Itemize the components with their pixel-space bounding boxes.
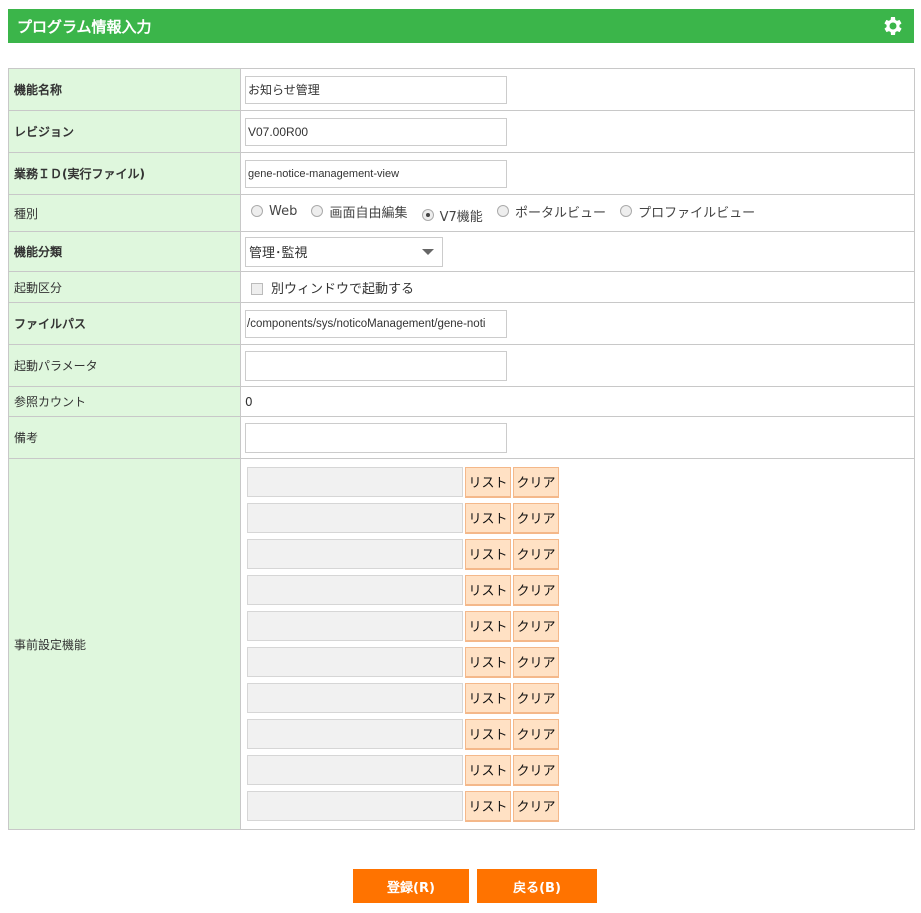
preset-clear-button[interactable]: クリア [513,646,559,678]
preset-list-button[interactable]: リスト [465,718,511,750]
radio-free-edit[interactable]: 画面自由編集 [307,202,408,221]
preset-clear-button[interactable]: クリア [513,502,559,534]
preset-clear-button[interactable]: クリア [513,538,559,570]
page-title: プログラム情報入力 [17,17,152,36]
row-ref-count: 参照カウント 0 [8,386,915,417]
notes-input[interactable] [245,422,507,453]
preset-clear-button[interactable]: クリア [513,754,559,786]
preset-row: リスト クリア [245,644,914,680]
label-launch: 起動区分 [8,271,241,303]
revision-input[interactable]: V07.00R00 [245,117,507,146]
preset-input[interactable] [247,467,463,497]
label-ref-count: 参照カウント [8,386,241,417]
preset-list-button[interactable]: リスト [465,682,511,714]
preset-row: リスト クリア [245,680,914,716]
new-window-checkbox[interactable] [251,283,263,295]
preset-row: リスト クリア [245,608,914,644]
gear-icon[interactable] [880,14,904,38]
register-button[interactable]: 登録(R) [353,869,469,903]
row-revision: レビジョン V07.00R00 [8,110,915,153]
preset-list-button[interactable]: リスト [465,538,511,570]
row-launch: 起動区分 別ウィンドウで起動する [8,271,915,303]
label-params: 起動パラメータ [8,344,241,387]
preset-clear-button[interactable]: クリア [513,718,559,750]
preset-list-button[interactable]: リスト [465,790,511,822]
radio-portal-view[interactable]: ポータルビュー [493,202,606,221]
preset-row: リスト クリア [245,500,914,536]
preset-input[interactable] [247,791,463,821]
ref-count-value: 0 [240,386,915,417]
preset-input[interactable] [247,683,463,713]
label-category: 機能分類 [8,231,241,272]
preset-input[interactable] [247,575,463,605]
row-name: 機能名称 お知らせ管理 [8,68,915,111]
row-params: 起動パラメータ [8,344,915,387]
params-input[interactable] [245,350,507,381]
row-type: 種別 Web 画面自由編集 V7機能 ポータルビュー プロファイルビュー [8,194,915,232]
preset-list-button[interactable]: リスト [465,754,511,786]
preset-input[interactable] [247,755,463,785]
preset-clear-button[interactable]: クリア [513,682,559,714]
label-business-id: 業務ＩＤ(実行ファイル) [8,152,241,195]
preset-clear-button[interactable]: クリア [513,466,559,498]
preset-row: リスト クリア [245,572,914,608]
back-button[interactable]: 戻る(B) [477,869,597,903]
page-header: プログラム情報入力 [8,9,914,43]
preset-list-button[interactable]: リスト [465,610,511,642]
row-file-path: ファイルパス /components/sys/noticoManagement/… [8,302,915,345]
row-category: 機能分類 管理･監視 [8,231,915,272]
radio-v7[interactable]: V7機能 [418,206,483,225]
preset-input[interactable] [247,611,463,641]
label-revision: レビジョン [8,110,241,153]
preset-row: リスト クリア [245,752,914,788]
category-select[interactable]: 管理･監視 [245,236,443,267]
preset-list-button[interactable]: リスト [465,502,511,534]
preset-row: リスト クリア [245,788,914,824]
label-notes: 備考 [8,416,241,459]
row-notes: 備考 [8,416,915,459]
label-type: 種別 [8,194,241,232]
preset-clear-button[interactable]: クリア [513,790,559,822]
radio-profile-view[interactable]: プロファイルビュー [616,202,755,221]
label-name: 機能名称 [8,68,241,111]
preset-row: リスト クリア [245,716,914,752]
name-input[interactable]: お知らせ管理 [245,75,507,104]
row-preset: 事前設定機能 リスト クリア リスト クリア リスト クリア リスト クリア リスト クリア リスト… [8,458,915,830]
preset-input[interactable] [247,719,463,749]
preset-input[interactable] [247,539,463,569]
preset-row: リスト クリア [245,536,914,572]
preset-input[interactable] [247,647,463,677]
label-file-path: ファイルパス [8,302,241,345]
preset-list-button[interactable]: リスト [465,646,511,678]
label-preset: 事前設定機能 [8,458,241,830]
footer-actions: 登録(R) 戻る(B) [353,869,597,903]
preset-clear-button[interactable]: クリア [513,610,559,642]
business-id-input[interactable]: gene-notice-management-view [245,159,507,188]
file-path-input[interactable]: /components/sys/noticoManagement/gene-no… [245,309,507,338]
new-window-label: 別ウィンドウで起動する [271,281,415,297]
chevron-down-icon [422,248,434,255]
radio-web[interactable]: Web [247,204,297,219]
preset-list-button[interactable]: リスト [465,466,511,498]
preset-clear-button[interactable]: クリア [513,574,559,606]
preset-list-button[interactable]: リスト [465,574,511,606]
row-business-id: 業務ＩＤ(実行ファイル) gene-notice-management-view [8,152,915,195]
preset-input[interactable] [247,503,463,533]
preset-row: リスト クリア [245,464,914,500]
program-form: 機能名称 お知らせ管理 レビジョン V07.00R00 業務ＩＤ(実行ファイル)… [8,68,915,830]
